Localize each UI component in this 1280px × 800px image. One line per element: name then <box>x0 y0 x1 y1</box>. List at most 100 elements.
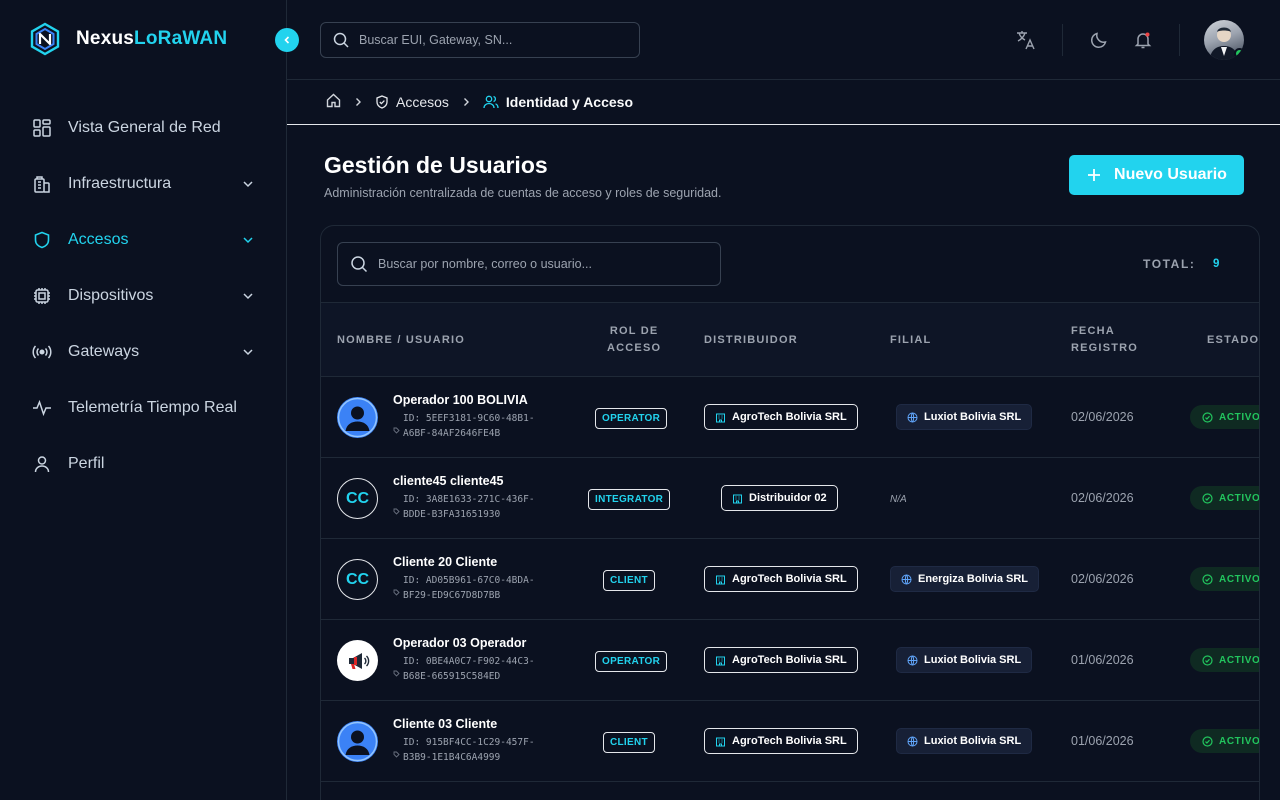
shield-icon <box>32 230 52 250</box>
sidebar-item-label: Perfil <box>68 455 105 472</box>
role-badge: INTEGRATOR <box>588 489 671 510</box>
user-icon <box>32 454 52 474</box>
topbar: Buscar EUI, Gateway, SN... <box>287 0 1280 80</box>
branch-badge: Luxiot Bolivia SRL <box>896 404 1033 430</box>
sidebar-item-accesos[interactable]: Accesos <box>0 212 287 268</box>
column-header-distributor[interactable]: DISTRIBUIDOR <box>704 332 798 349</box>
divider <box>1062 24 1063 56</box>
notifications-button[interactable] <box>1131 28 1155 52</box>
global-search-input[interactable]: Buscar EUI, Gateway, SN... <box>320 22 640 58</box>
tag-icon <box>393 667 400 682</box>
bell-icon <box>1134 32 1152 49</box>
user-name: Operador 100 BOLIVIA <box>393 393 528 407</box>
status-text: ACTIVO <box>1219 654 1260 666</box>
theme-toggle-button[interactable] <box>1087 28 1111 52</box>
total-count: 9 <box>1213 258 1220 270</box>
branch-empty: N/A <box>890 494 907 505</box>
sidebar-item-infraestructura[interactable]: Infraestructura <box>0 156 287 212</box>
column-header-text: FECHA <box>1071 325 1115 337</box>
translate-icon <box>1017 31 1035 50</box>
sidebar-item-dispositivos[interactable]: Dispositivos <box>0 268 287 324</box>
registration-date: 02/06/2026 <box>1071 410 1134 424</box>
collapse-sidebar-button[interactable] <box>275 28 299 52</box>
user-id-line: A6BF-84AF2646FE4B <box>403 428 501 439</box>
avatar <box>337 640 378 681</box>
home-icon[interactable] <box>326 93 341 111</box>
breadcrumb-label: Identidad y Acceso <box>505 94 633 110</box>
status-badge: ACTIVO <box>1190 729 1259 753</box>
nexus-logo-icon <box>28 22 62 56</box>
breadcrumb-item-identidad: Identidad y Acceso <box>483 94 633 110</box>
avatar-initials: CC <box>345 570 370 588</box>
table-row[interactable]: Operador 100 BOLIVIA ID: 5EEF3181-9C60-4… <box>321 377 1259 458</box>
building-icon <box>716 413 725 422</box>
role-badge: OPERATOR <box>595 408 668 429</box>
column-header-text: ROL DE <box>609 325 659 337</box>
user-avatar[interactable] <box>1204 20 1244 60</box>
breadcrumb: Accesos Identidad y Acceso <box>287 80 1280 125</box>
user-search-input[interactable]: Buscar por nombre, correo o usuario... <box>337 242 721 286</box>
distributor-badge: Distribuidor 02 <box>721 485 838 511</box>
status-badge: ACTIVO <box>1190 405 1259 429</box>
tag-icon <box>393 424 400 439</box>
user-id: ID: 915BF4CC-1C29-457F- B3B9-1E1B4C6A499… <box>393 735 553 765</box>
building-icon <box>32 174 52 194</box>
branch-badge: Luxiot Bolivia SRL <box>896 728 1033 754</box>
moon-icon <box>1091 32 1107 48</box>
distributor-badge: AgroTech Bolivia SRL <box>704 647 858 673</box>
grid-icon <box>32 118 52 138</box>
column-header-role[interactable]: ROL DE ACCESO <box>607 323 661 357</box>
distributor-badge: AgroTech Bolivia SRL <box>704 566 858 592</box>
user-name: Cliente 03 Cliente <box>393 717 498 731</box>
app: NexusLoRaWAN Vista General de Red Infrae… <box>0 0 1280 800</box>
column-header-date[interactable]: FECHA REGISTRO <box>1071 323 1138 357</box>
status-badge: ACTIVO <box>1190 486 1260 510</box>
user-id: ID: 0BE4A0C7-F902-44C3- B68E-665915C584E… <box>393 654 553 684</box>
user-id-line: BF29-ED9C67D8D7BB <box>403 590 501 601</box>
brand[interactable]: NexusLoRaWAN <box>28 22 227 56</box>
online-status-dot <box>1234 48 1244 59</box>
avatar-initials: CC <box>345 489 370 507</box>
sidebar-item-gateways[interactable]: Gateways <box>0 324 287 380</box>
user-id: ID: AD05B961-67C0-4BDA- BF29-ED9C67D8D7B… <box>393 573 553 603</box>
user-silhouette-icon <box>337 721 378 762</box>
user-id-line: ID: AD05B961-67C0-4BDA- <box>403 575 535 586</box>
breadcrumb-label: Accesos <box>396 94 449 110</box>
building-icon <box>716 575 725 584</box>
table-row[interactable]: Cliente 03 Cliente ID: 915BF4CC-1C29-457… <box>321 701 1259 782</box>
sidebar-item-telemetria[interactable]: Telemetría Tiempo Real <box>0 380 287 436</box>
sidebar-item-vista-general[interactable]: Vista General de Red <box>0 100 287 156</box>
sidebar-item-perfil[interactable]: Perfil <box>0 436 287 492</box>
new-user-button[interactable]: Nuevo Usuario <box>1069 155 1244 195</box>
column-header-text: ACCESO <box>607 342 662 354</box>
column-header-name[interactable]: NOMBRE / USUARIO <box>337 332 465 349</box>
table-row[interactable]: Operador 03 Operador ID: 0BE4A0C7-F902-4… <box>321 620 1259 701</box>
chevron-right-icon <box>353 94 363 110</box>
check-circle-icon <box>1202 654 1213 666</box>
table-row[interactable]: CC cliente45 cliente45 ID: 3A8E1633-271C… <box>321 458 1259 539</box>
status-text: ACTIVO <box>1219 492 1260 504</box>
page-subtitle: Administración centralizada de cuentas d… <box>324 186 722 200</box>
breadcrumb-item-accesos[interactable]: Accesos <box>375 94 449 110</box>
distributor-badge: AgroTech Bolivia SRL <box>704 404 858 430</box>
column-header-branch[interactable]: FILIAL <box>890 332 931 349</box>
status-text: ACTIVO <box>1219 573 1260 585</box>
tag-icon <box>393 586 400 601</box>
total-label: TOTAL: <box>1143 257 1196 271</box>
globe-icon <box>907 736 918 746</box>
table-body: Operador 100 BOLIVIA ID: 5EEF3181-9C60-4… <box>321 377 1259 782</box>
sidebar-item-label: Dispositivos <box>68 287 154 304</box>
role-badge: OPERATOR <box>595 651 668 672</box>
chevron-left-icon <box>284 36 290 44</box>
chevron-down-icon <box>241 345 255 359</box>
users-table-card: Buscar por nombre, correo o usuario... T… <box>320 225 1260 800</box>
search-icon <box>333 32 349 48</box>
column-header-status[interactable]: ESTADO <box>1207 332 1259 349</box>
user-id-line: ID: 0BE4A0C7-F902-44C3- <box>403 656 535 667</box>
distributor-name: AgroTech Bolivia SRL <box>732 573 847 585</box>
registration-date: 02/06/2026 <box>1071 572 1134 586</box>
user-name: Operador 03 Operador <box>393 636 527 650</box>
table-row[interactable]: CC Cliente 20 Cliente ID: AD05B961-67C0-… <box>321 539 1259 620</box>
translate-button[interactable] <box>1014 28 1038 52</box>
user-id-line: ID: 5EEF3181-9C60-48B1- <box>403 413 535 424</box>
